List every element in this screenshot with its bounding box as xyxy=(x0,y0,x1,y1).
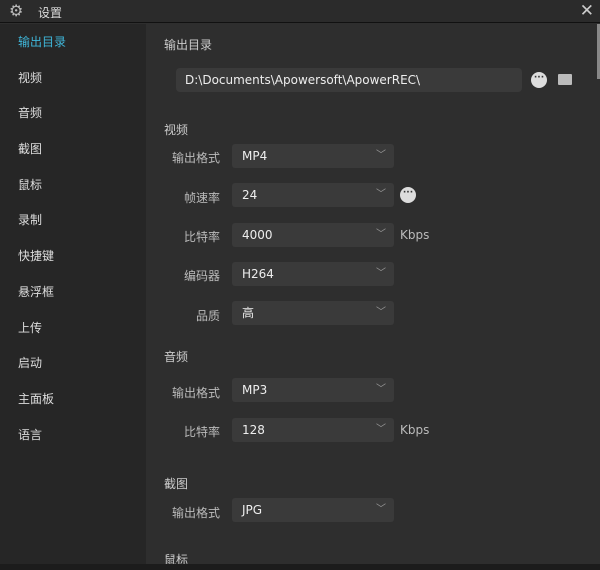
chevron-down-icon: ﹀ xyxy=(376,268,386,279)
sidebar-item-language[interactable]: 语言 xyxy=(0,417,146,453)
video-bitrate-unit: Kbps xyxy=(400,228,430,242)
chevron-down-icon: ﹀ xyxy=(376,384,386,395)
audio-format-label: 输出格式 xyxy=(171,386,220,400)
video-format-select[interactable]: MP4 ﹀ xyxy=(232,144,394,168)
chevron-down-icon: ﹀ xyxy=(376,424,386,435)
sidebar-item-upload[interactable]: 上传 xyxy=(0,310,146,346)
sidebar-item-floating[interactable]: 悬浮框 xyxy=(0,274,146,310)
section-audio-heading: 音频 xyxy=(164,350,189,364)
sidebar-item-video[interactable]: 视频 xyxy=(0,60,146,96)
video-format-label: 输出格式 xyxy=(171,151,220,165)
section-screenshot-heading: 截图 xyxy=(164,477,189,491)
chevron-down-icon: ﹀ xyxy=(376,229,386,240)
quality-select[interactable]: 高 ﹀ xyxy=(232,301,394,325)
more-icon[interactable]: ··· xyxy=(531,72,547,88)
screenshot-format-select[interactable]: JPG ﹀ xyxy=(232,498,394,522)
title-bar: ⚙ 设置 ✕ xyxy=(0,0,600,23)
video-bitrate-label: 比特率 xyxy=(183,230,220,244)
folder-icon[interactable] xyxy=(558,74,572,85)
audio-format-select[interactable]: MP3 ﹀ xyxy=(232,378,394,402)
close-icon[interactable]: ✕ xyxy=(580,1,594,21)
gear-icon: ⚙ xyxy=(9,1,24,20)
fps-value: 24 xyxy=(242,188,258,202)
codec-label: 编码器 xyxy=(183,269,220,283)
chevron-down-icon: ﹀ xyxy=(376,504,386,515)
codec-value: H264 xyxy=(242,267,274,281)
sidebar-item-screenshot[interactable]: 截图 xyxy=(0,131,146,167)
output-path-input[interactable]: D:\Documents\Apowersoft\ApowerREC\ xyxy=(176,68,522,92)
video-bitrate-value: 4000 xyxy=(242,228,273,242)
sidebar-item-hotkeys[interactable]: 快捷键 xyxy=(0,238,146,274)
chevron-down-icon: ﹀ xyxy=(376,150,386,161)
screenshot-format-value: JPG xyxy=(242,503,263,517)
sidebar-item-startup[interactable]: 启动 xyxy=(0,345,146,381)
quality-label: 品质 xyxy=(195,309,220,323)
sidebar: 输出目录 视频 音频 截图 鼠标 录制 快捷键 悬浮框 上传 启动 主面板 语言 xyxy=(0,24,146,564)
chevron-down-icon: ﹀ xyxy=(376,307,386,318)
sidebar-item-output[interactable]: 输出目录 xyxy=(0,24,146,60)
fps-more-icon[interactable]: ··· xyxy=(400,187,416,203)
fps-label: 帧速率 xyxy=(183,191,220,205)
video-format-value: MP4 xyxy=(242,149,268,163)
audio-bitrate-select[interactable]: 128 ﹀ xyxy=(232,418,394,442)
window-title: 设置 xyxy=(38,6,63,20)
sidebar-item-mouse[interactable]: 鼠标 xyxy=(0,167,146,203)
codec-select[interactable]: H264 ﹀ xyxy=(232,262,394,286)
section-output-heading: 输出目录 xyxy=(164,38,213,52)
video-bitrate-select[interactable]: 4000 ﹀ xyxy=(232,223,394,247)
sidebar-item-main-panel[interactable]: 主面板 xyxy=(0,381,146,417)
sidebar-item-record[interactable]: 录制 xyxy=(0,202,146,238)
bottom-edge xyxy=(0,564,600,570)
settings-panel: 输出目录 D:\Documents\Apowersoft\ApowerREC\ … xyxy=(146,24,596,567)
fps-select[interactable]: 24 ﹀ xyxy=(232,183,394,207)
audio-format-value: MP3 xyxy=(242,383,268,397)
section-video-heading: 视频 xyxy=(164,123,189,137)
audio-bitrate-value: 128 xyxy=(242,423,265,437)
audio-bitrate-unit: Kbps xyxy=(400,423,430,437)
chevron-down-icon: ﹀ xyxy=(376,189,386,200)
sidebar-item-audio[interactable]: 音频 xyxy=(0,95,146,131)
audio-bitrate-label: 比特率 xyxy=(183,425,220,439)
screenshot-format-label: 输出格式 xyxy=(171,506,220,520)
quality-value: 高 xyxy=(242,306,255,320)
